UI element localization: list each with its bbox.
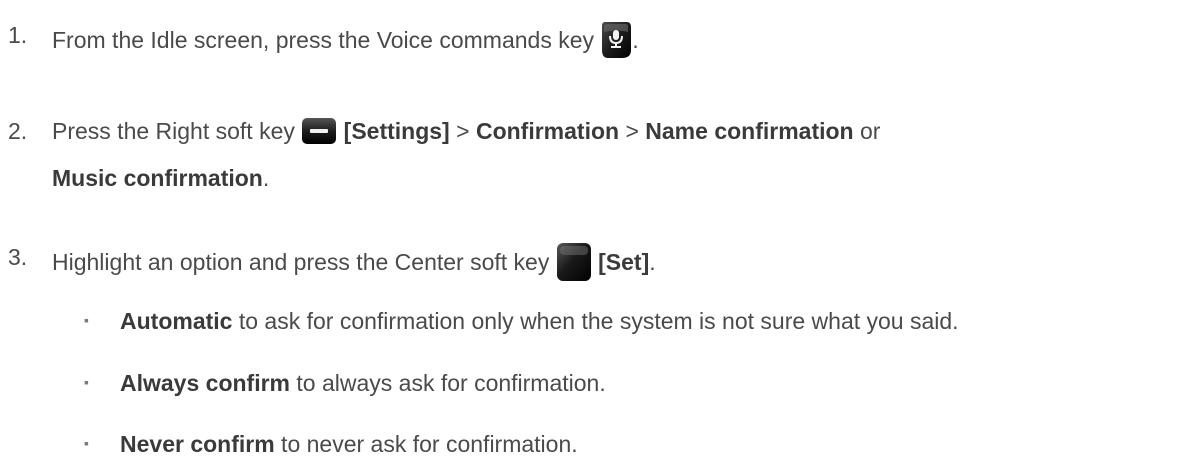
instructions-page: 1. From the Idle screen, press the Voice… xyxy=(8,22,959,457)
step-number: 3. xyxy=(8,244,28,270)
step-text: Highlight an option and press the Center… xyxy=(52,242,656,284)
bullet-marker: ▪ xyxy=(84,374,89,390)
microphone-key-icon xyxy=(600,20,632,60)
bullet-marker: ▪ xyxy=(84,312,89,328)
step-number: 1. xyxy=(8,22,28,48)
step-number: 2. xyxy=(8,118,28,144)
step-text: From the Idle screen, press the Voice co… xyxy=(52,22,639,62)
center-soft-key-icon xyxy=(556,242,592,282)
step-text: Press the Right soft key [Settings] > Co… xyxy=(52,117,881,145)
right-soft-key-icon xyxy=(301,117,337,145)
bullet-marker: ▪ xyxy=(84,435,89,451)
